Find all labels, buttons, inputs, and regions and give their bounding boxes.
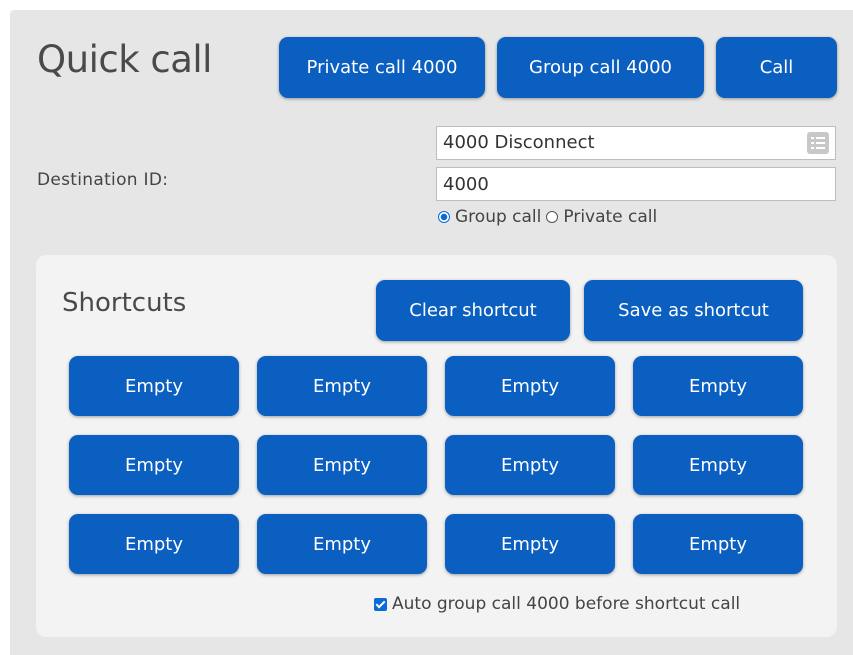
contact-select[interactable]: 4000 Disconnect bbox=[436, 126, 836, 160]
shortcut-slot[interactable]: Empty bbox=[633, 435, 803, 495]
shortcut-slot[interactable]: Empty bbox=[257, 435, 427, 495]
destination-id-label: Destination ID: bbox=[37, 170, 169, 190]
group-call-radio-label[interactable]: Group call bbox=[455, 207, 541, 227]
shortcut-slot[interactable]: Empty bbox=[633, 514, 803, 574]
shortcut-slot[interactable]: Empty bbox=[69, 356, 239, 416]
call-type-radio-group: Group call Private call bbox=[438, 207, 657, 227]
page-title: Quick call bbox=[37, 38, 212, 81]
clear-shortcut-button[interactable]: Clear shortcut bbox=[376, 280, 570, 341]
private-call-button[interactable]: Private call 4000 bbox=[279, 37, 485, 98]
private-call-radio-label[interactable]: Private call bbox=[563, 207, 657, 227]
shortcut-slot[interactable]: Empty bbox=[69, 435, 239, 495]
auto-group-call-option[interactable]: Auto group call 4000 before shortcut cal… bbox=[374, 594, 740, 614]
shortcut-slot[interactable]: Empty bbox=[69, 514, 239, 574]
shortcut-slot[interactable]: Empty bbox=[257, 514, 427, 574]
save-as-shortcut-button[interactable]: Save as shortcut bbox=[584, 280, 803, 341]
call-button[interactable]: Call bbox=[716, 37, 837, 98]
shortcuts-title: Shortcuts bbox=[62, 288, 187, 318]
list-icon[interactable] bbox=[807, 132, 829, 154]
contact-select-value: 4000 Disconnect bbox=[443, 132, 595, 153]
shortcut-slot[interactable]: Empty bbox=[257, 356, 427, 416]
checkbox-icon[interactable] bbox=[374, 597, 387, 611]
private-call-radio-icon[interactable] bbox=[546, 211, 559, 223]
shortcut-slot[interactable]: Empty bbox=[445, 514, 615, 574]
auto-group-call-label[interactable]: Auto group call 4000 before shortcut cal… bbox=[392, 594, 740, 614]
shortcut-slot[interactable]: Empty bbox=[445, 435, 615, 495]
shortcut-slot[interactable]: Empty bbox=[445, 356, 615, 416]
group-call-radio-icon[interactable] bbox=[438, 211, 450, 223]
shortcuts-panel: Shortcuts Clear shortcut Save as shortcu… bbox=[36, 255, 837, 637]
shortcut-slot[interactable]: Empty bbox=[633, 356, 803, 416]
quick-call-panel: Quick call Private call 4000 Group call … bbox=[10, 10, 853, 655]
group-call-button[interactable]: Group call 4000 bbox=[497, 37, 704, 98]
destination-id-input[interactable] bbox=[436, 167, 836, 201]
